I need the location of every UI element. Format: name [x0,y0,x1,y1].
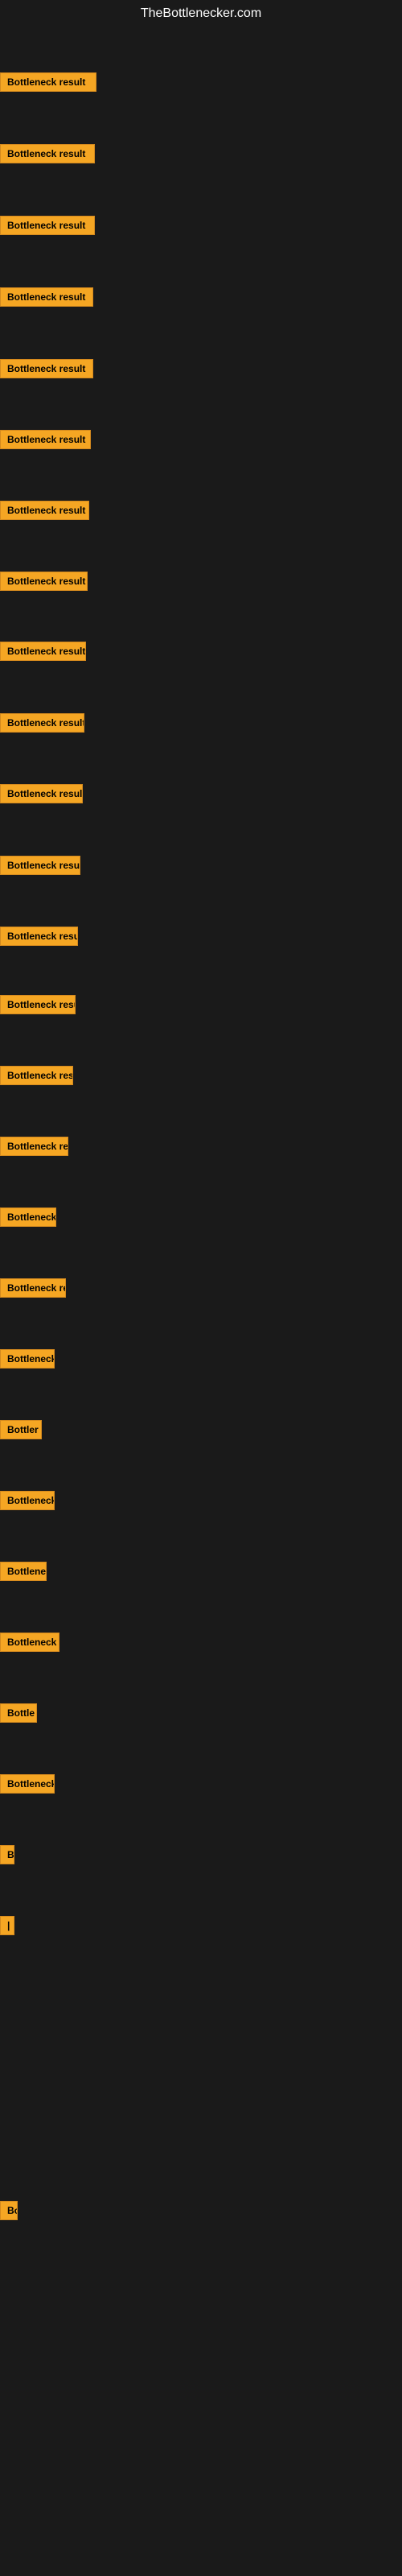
bottleneck-badge-24: Bottle [0,1703,37,1723]
bottleneck-badge-25: Bottleneck [0,1774,55,1794]
bottleneck-item-11[interactable]: Bottleneck result [0,784,83,807]
bottleneck-badge-1: Bottleneck result [0,72,96,92]
bottleneck-item-7[interactable]: Bottleneck result [0,501,89,524]
bottleneck-badge-10: Bottleneck result [0,713,84,733]
bottleneck-item-28[interactable]: Bo [0,2201,18,2224]
bottleneck-badge-7: Bottleneck result [0,501,89,520]
bottleneck-badge-2: Bottleneck result [0,144,95,163]
bottleneck-badge-12: Bottleneck result [0,856,80,875]
bottleneck-item-20[interactable]: Bottler [0,1420,42,1443]
bottleneck-item-14[interactable]: Bottleneck result [0,995,76,1018]
bottleneck-item-8[interactable]: Bottleneck result [0,572,88,595]
site-title: TheBottlenecker.com [0,0,402,27]
bottleneck-item-12[interactable]: Bottleneck result [0,856,80,879]
bottleneck-badge-4: Bottleneck result [0,287,93,307]
bottleneck-badge-14: Bottleneck result [0,995,76,1014]
bottleneck-badge-22: Bottlene [0,1562,47,1581]
bottleneck-badge-5: Bottleneck result [0,359,93,378]
bottleneck-badge-21: Bottleneck [0,1491,55,1510]
bottleneck-item-21[interactable]: Bottleneck [0,1491,55,1514]
bottleneck-item-5[interactable]: Bottleneck result [0,359,93,382]
bottleneck-badge-19: Bottleneck [0,1349,55,1368]
bottleneck-badge-28: Bo [0,2201,18,2220]
bottleneck-item-6[interactable]: Bottleneck result [0,430,91,453]
bottleneck-item-17[interactable]: Bottleneck [0,1208,56,1231]
bottleneck-badge-26: B [0,1845,14,1864]
bottleneck-badge-23: Bottleneck r [0,1633,59,1652]
bottleneck-badge-9: Bottleneck result [0,642,86,661]
bottleneck-item-4[interactable]: Bottleneck result [0,287,93,311]
bottleneck-badge-11: Bottleneck result [0,784,83,803]
bottleneck-badge-16: Bottleneck resu [0,1137,68,1156]
bottleneck-item-16[interactable]: Bottleneck resu [0,1137,68,1160]
bottleneck-item-26[interactable]: B [0,1845,14,1868]
bottleneck-badge-27: | [0,1916,14,1935]
bottleneck-item-3[interactable]: Bottleneck result [0,216,95,239]
bottleneck-item-2[interactable]: Bottleneck result [0,144,95,167]
bottleneck-badge-20: Bottler [0,1420,42,1439]
bottleneck-item-18[interactable]: Bottleneck res [0,1278,66,1302]
bottleneck-item-1[interactable]: Bottleneck result [0,72,96,96]
bottleneck-item-19[interactable]: Bottleneck [0,1349,55,1373]
bottleneck-badge-3: Bottleneck result [0,216,95,235]
bottleneck-badge-17: Bottleneck [0,1208,56,1227]
bottleneck-badge-18: Bottleneck res [0,1278,66,1298]
bottleneck-item-13[interactable]: Bottleneck result [0,927,78,950]
bottleneck-item-9[interactable]: Bottleneck result [0,642,86,665]
bottleneck-item-24[interactable]: Bottle [0,1703,37,1727]
bottleneck-badge-6: Bottleneck result [0,430,91,449]
bottleneck-item-15[interactable]: Bottleneck result [0,1066,73,1089]
bottleneck-item-10[interactable]: Bottleneck result [0,713,84,737]
bottleneck-badge-13: Bottleneck result [0,927,78,946]
bottleneck-item-27[interactable]: | [0,1916,14,1939]
bottleneck-badge-15: Bottleneck result [0,1066,73,1085]
bottleneck-item-25[interactable]: Bottleneck [0,1774,55,1798]
bottleneck-item-23[interactable]: Bottleneck r [0,1633,59,1656]
bottleneck-badge-8: Bottleneck result [0,572,88,591]
bottleneck-item-22[interactable]: Bottlene [0,1562,47,1585]
